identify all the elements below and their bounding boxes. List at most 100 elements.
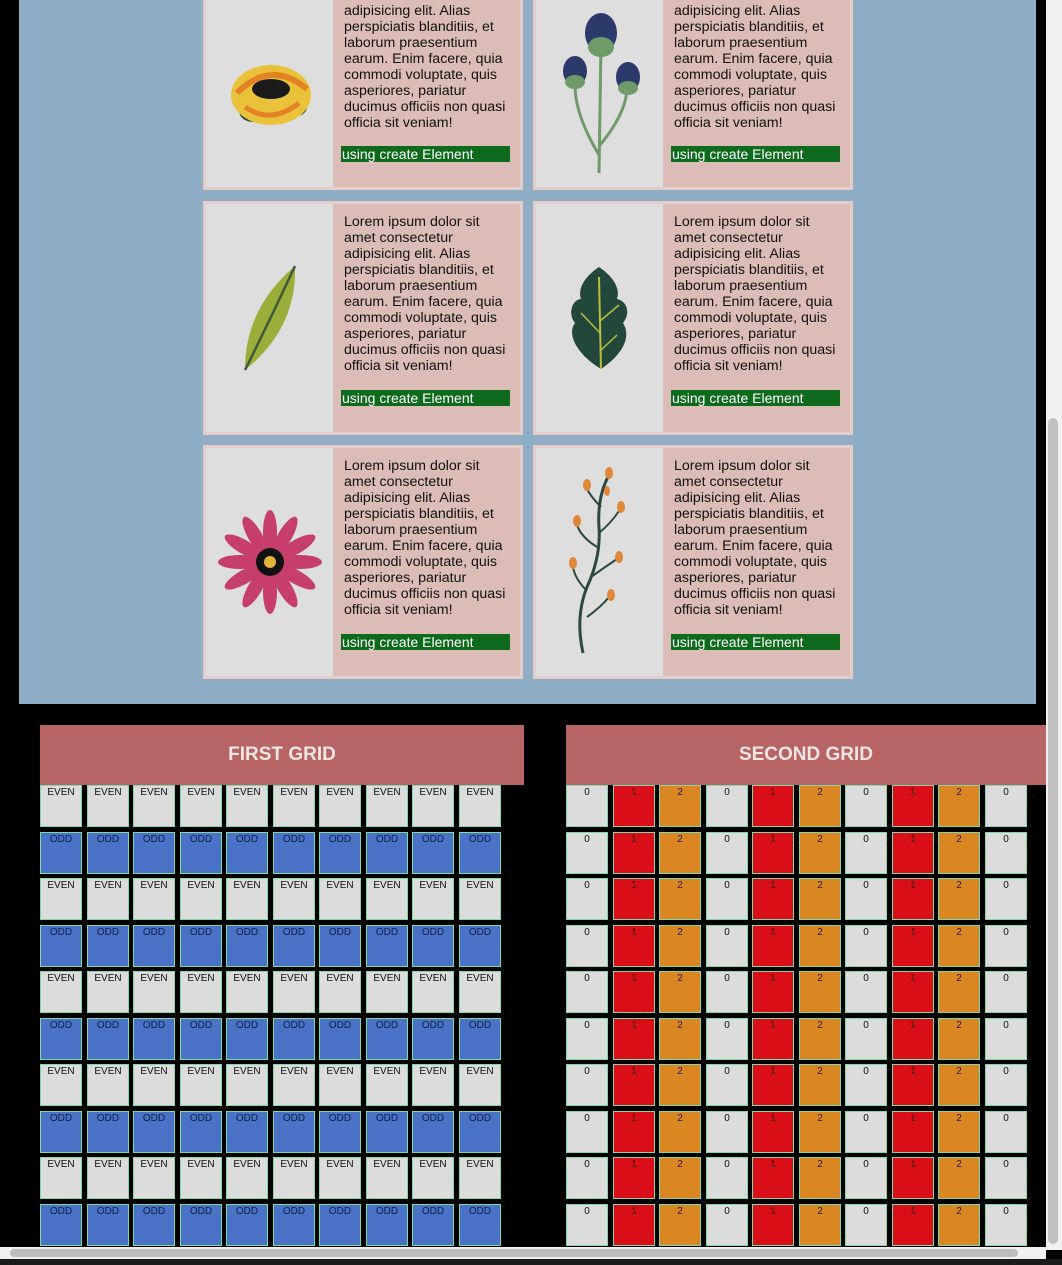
first-grid-cell: EVEN xyxy=(412,1157,454,1199)
first-grid-cell: EVEN xyxy=(40,878,82,920)
second-grid-cell: 1 xyxy=(892,1111,934,1153)
second-grid-cell: 2 xyxy=(799,785,841,827)
first-grid-cell: EVEN xyxy=(226,785,268,827)
first-grid-cell: EVEN xyxy=(133,1064,175,1106)
second-grid-cell: 1 xyxy=(613,1111,655,1153)
first-grid-cell: ODD xyxy=(226,925,268,967)
oak-leaf-icon xyxy=(570,267,627,370)
first-grid-cell: EVEN xyxy=(319,1157,361,1199)
first-grid-cell: ODD xyxy=(412,1111,454,1153)
card-image xyxy=(206,448,333,676)
second-grid-cell: 1 xyxy=(613,878,655,920)
first-grid-cell: ODD xyxy=(133,1204,175,1246)
card-body: Lorem ipsum dolor sit amet consectetur a… xyxy=(663,204,850,432)
second-grid-cell: 2 xyxy=(659,1204,701,1246)
first-grid-cell: EVEN xyxy=(87,1064,129,1106)
second-grid-cell: 1 xyxy=(892,1018,934,1060)
first-grid-cell: ODD xyxy=(226,832,268,874)
second-grid-cell: 0 xyxy=(845,878,887,920)
first-grid-cell: EVEN xyxy=(459,785,501,827)
card: Lorem ipsum dolor sit amet consectetur a… xyxy=(203,445,523,679)
second-grid-cell: 1 xyxy=(613,925,655,967)
first-grid-cell: EVEN xyxy=(366,971,408,1013)
second-grid-cell: 2 xyxy=(938,785,980,827)
first-grid-title: FIRST GRID xyxy=(40,725,524,785)
first-grid-cell: ODD xyxy=(319,925,361,967)
second-grid-cell: 0 xyxy=(566,785,608,827)
first-grid-cell: ODD xyxy=(273,1111,315,1153)
card-body: Lorem ipsum dolor sit amet consectetur a… xyxy=(333,204,520,432)
first-grid-cell: ODD xyxy=(180,925,222,967)
first-grid-cell: EVEN xyxy=(273,878,315,920)
second-grid-cell: 1 xyxy=(613,832,655,874)
second-grid-cell: 2 xyxy=(659,785,701,827)
first-grid-cell: ODD xyxy=(133,1111,175,1153)
first-grid-cell: EVEN xyxy=(366,785,408,827)
create-element-button[interactable]: using create Element xyxy=(671,146,840,162)
create-element-button[interactable]: using create Element xyxy=(341,634,510,650)
first-grid-cell: ODD xyxy=(412,1204,454,1246)
create-element-button[interactable]: using create Element xyxy=(341,390,510,406)
window-bottom-edge xyxy=(0,1259,1062,1265)
first-grid-cell: ODD xyxy=(40,1111,82,1153)
blue-thistle-icon xyxy=(562,13,640,174)
first-grid-cell: EVEN xyxy=(366,1064,408,1106)
first-grid-cell: EVEN xyxy=(40,785,82,827)
second-grid-cell: 2 xyxy=(799,971,841,1013)
second-grid-cell: 0 xyxy=(566,1064,608,1106)
first-grid-cell: ODD xyxy=(366,1204,408,1246)
second-grid-title: SECOND GRID xyxy=(566,725,1046,785)
first-grid-cell: EVEN xyxy=(412,878,454,920)
card-text: Lorem ipsum dolor sit amet consectetur a… xyxy=(674,214,836,374)
second-grid-cell: 2 xyxy=(659,1111,701,1153)
first-grid-cell: EVEN xyxy=(226,1157,268,1199)
first-grid-cell: ODD xyxy=(459,1204,501,1246)
second-grid-cell: 2 xyxy=(799,1018,841,1060)
first-grid-cell: ODD xyxy=(133,925,175,967)
horizontal-scrollbar-thumb[interactable] xyxy=(10,1249,1018,1257)
first-grid-cell: ODD xyxy=(226,1111,268,1153)
second-grid-cell: 0 xyxy=(985,1157,1027,1199)
second-grid-cell: 1 xyxy=(892,1204,934,1246)
second-grid-cell: 1 xyxy=(613,1204,655,1246)
first-grid-cell: ODD xyxy=(459,832,501,874)
first-grid-cell: EVEN xyxy=(87,971,129,1013)
card-text: Lorem ipsum dolor sit amet consectetur a… xyxy=(674,458,836,618)
first-grid-cell: ODD xyxy=(133,832,175,874)
second-grid-cell: 0 xyxy=(985,971,1027,1013)
second-grid-cell: 2 xyxy=(938,925,980,967)
second-grid-cell: 0 xyxy=(985,832,1027,874)
second-grid-cell: 1 xyxy=(892,1157,934,1199)
second-grid-cell: 2 xyxy=(938,971,980,1013)
second-grid-cell: 1 xyxy=(752,971,794,1013)
first-grid-cell: ODD xyxy=(226,1018,268,1060)
second-grid-cell: 0 xyxy=(985,1111,1027,1153)
second-grid-cell: 1 xyxy=(752,925,794,967)
first-grid-cell: EVEN xyxy=(459,878,501,920)
first-grid-cell: ODD xyxy=(40,832,82,874)
second-grid-cell: 0 xyxy=(566,1204,608,1246)
second-grid-cell: 1 xyxy=(752,1157,794,1199)
first-grid-cell: EVEN xyxy=(273,1064,315,1106)
first-grid-cell: EVEN xyxy=(133,785,175,827)
first-grid-cell: ODD xyxy=(87,925,129,967)
second-grid-cell: 0 xyxy=(706,832,748,874)
vertical-scrollbar-thumb[interactable] xyxy=(1048,418,1058,1244)
first-grid-cell: ODD xyxy=(273,1204,315,1246)
card-section: adipisicing elit. Alias perspiciatis bla… xyxy=(19,0,1036,704)
second-grid-cell: 1 xyxy=(892,1064,934,1106)
card-image xyxy=(536,204,663,432)
card: adipisicing elit. Alias perspiciatis bla… xyxy=(533,0,853,190)
first-grid-cell: EVEN xyxy=(319,971,361,1013)
second-grid-cell: 1 xyxy=(752,1018,794,1060)
card-text: Lorem ipsum dolor sit amet consectetur a… xyxy=(344,458,506,618)
create-element-button[interactable]: using create Element xyxy=(671,634,840,650)
create-element-button[interactable]: using create Element xyxy=(341,146,510,162)
second-grid-cell: 2 xyxy=(799,1111,841,1153)
first-grid-cell: EVEN xyxy=(40,1064,82,1106)
first-grid-cell: ODD xyxy=(180,1111,222,1153)
create-element-button[interactable]: using create Element xyxy=(671,390,840,406)
second-grid-cell: 1 xyxy=(752,785,794,827)
second-grid-cell: 0 xyxy=(845,971,887,1013)
second-grid-cell: 0 xyxy=(845,785,887,827)
